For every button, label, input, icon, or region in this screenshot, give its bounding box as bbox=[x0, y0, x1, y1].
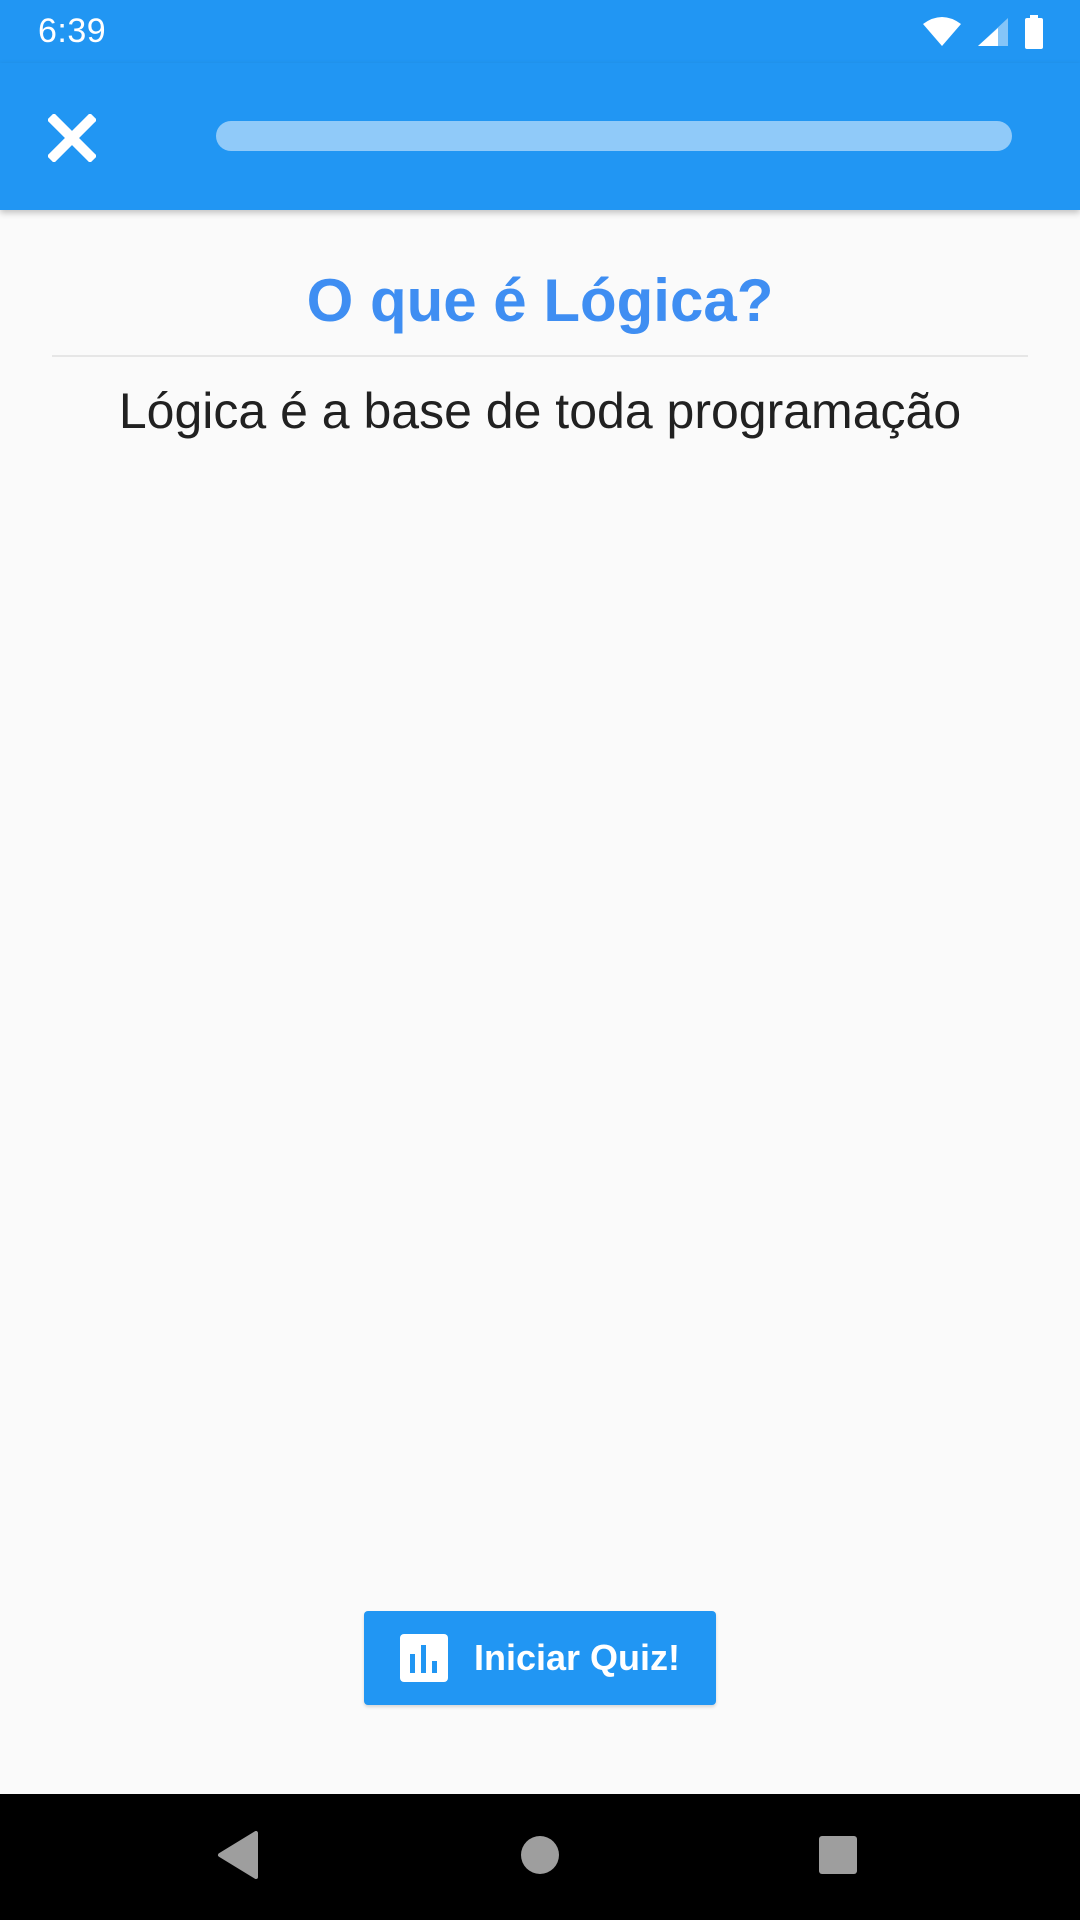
start-quiz-label: Iniciar Quiz! bbox=[473, 1637, 681, 1678]
bar-chart-icon bbox=[399, 1634, 448, 1682]
content-area: O que é Lógica? Lógica é a base de toda … bbox=[0, 210, 1080, 1794]
home-button[interactable] bbox=[470, 1794, 610, 1920]
page-title: O que é Lógica? bbox=[306, 267, 774, 334]
progress-bar bbox=[216, 121, 1012, 151]
recents-icon bbox=[818, 1835, 858, 1880]
description-text: Lógica é a base de toda programação bbox=[118, 383, 962, 439]
recents-button[interactable] bbox=[768, 1794, 908, 1920]
status-bar: 6:39 bbox=[0, 0, 1080, 63]
battery-icon bbox=[1024, 14, 1044, 49]
start-quiz-button[interactable]: Iniciar Quiz! bbox=[364, 1611, 716, 1705]
back-button[interactable] bbox=[168, 1794, 308, 1920]
status-time: 6:39 bbox=[38, 12, 107, 50]
app-bar bbox=[0, 63, 1080, 210]
navigation-bar bbox=[0, 1794, 1080, 1920]
home-icon bbox=[520, 1835, 560, 1880]
close-icon bbox=[46, 112, 98, 167]
wifi-icon bbox=[922, 16, 962, 48]
close-button[interactable] bbox=[36, 104, 108, 176]
cellular-signal-icon bbox=[976, 16, 1010, 48]
status-icons bbox=[922, 14, 1044, 49]
divider bbox=[52, 355, 1028, 357]
back-icon bbox=[216, 1830, 260, 1884]
